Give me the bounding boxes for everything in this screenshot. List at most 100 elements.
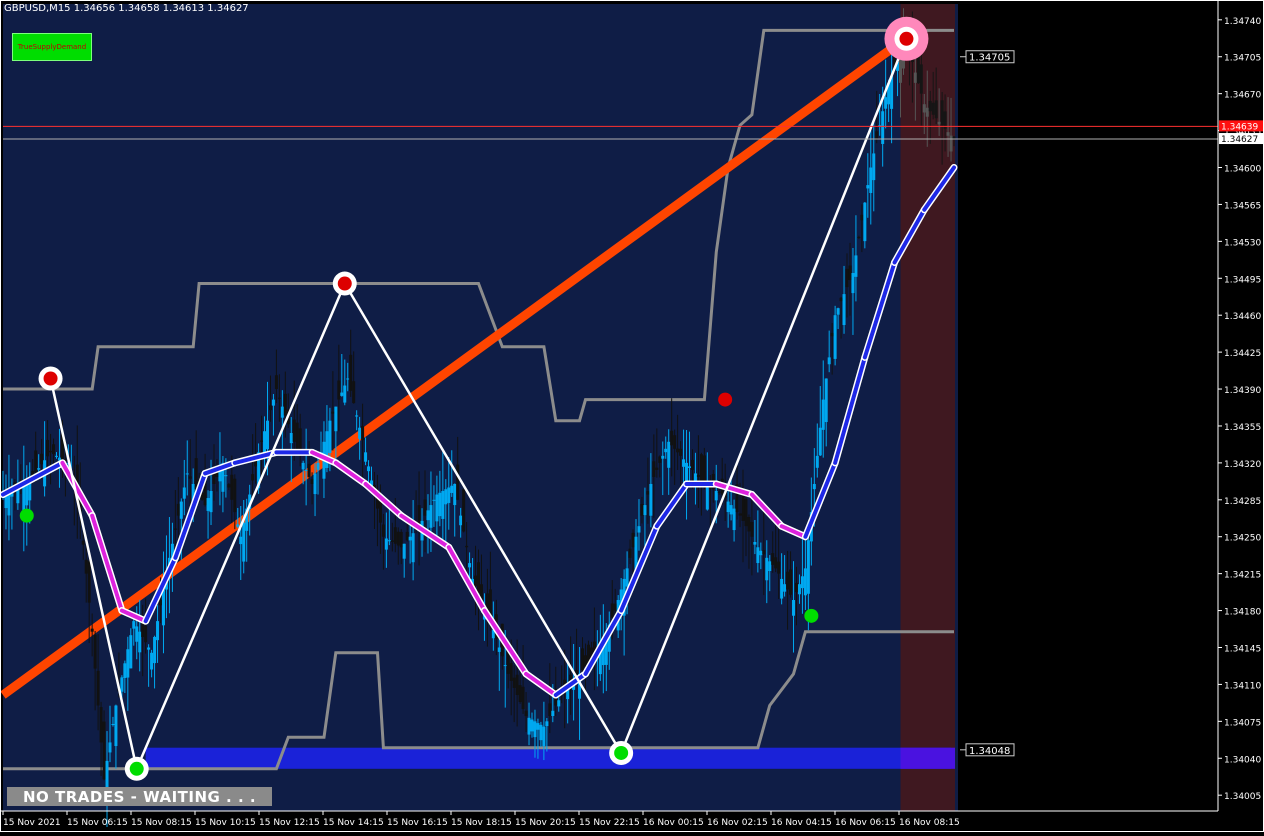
y-tick-label: 1.34110: [1224, 681, 1261, 691]
candle-body: [364, 452, 368, 462]
candle-body: [135, 626, 139, 642]
y-tick-label: 1.34075: [1224, 718, 1261, 728]
candle-body: [337, 380, 341, 400]
candle-body: [705, 485, 709, 510]
candle-body: [699, 454, 703, 481]
candle-body: [919, 64, 923, 94]
y-tick-label: 1.34040: [1224, 755, 1261, 765]
candle-body: [423, 499, 427, 516]
candle-body: [581, 648, 585, 671]
candle-body: [884, 97, 888, 109]
candle-body: [367, 466, 371, 472]
candle-body: [812, 483, 816, 490]
candle-body: [429, 505, 433, 528]
candle-body: [860, 214, 864, 221]
candle-body: [497, 647, 501, 652]
candle-body: [185, 473, 189, 475]
price-chart[interactable]: 1.34705 1.34048 1.34740 1.34705 1.34670 1.34…: [0, 0, 1264, 833]
candle-body: [777, 561, 781, 574]
candle-body: [236, 524, 240, 527]
candle-body: [346, 378, 350, 380]
candle-body: [340, 392, 344, 396]
ask-price-label: 1.34639: [1221, 122, 1258, 132]
candle-body: [768, 561, 772, 572]
candle-body: [539, 724, 543, 741]
candle-body: [643, 505, 647, 516]
right-shift-area: [958, 4, 1218, 811]
candle-body: [747, 517, 751, 532]
candle-body: [34, 450, 38, 473]
demand-zone-highlight: [900, 747, 955, 769]
candle-body: [833, 315, 837, 359]
candle-body: [447, 487, 451, 503]
candle-body: [188, 476, 192, 479]
x-tick-label: 16 Nov 06:15: [835, 818, 896, 828]
y-tick-label: 1.34215: [1224, 571, 1261, 581]
candle-body: [159, 599, 163, 606]
x-tick-label: 15 Nov 10:15: [195, 818, 256, 828]
candle-body: [156, 621, 160, 641]
candle-body: [176, 503, 180, 516]
buy-signal-dot: [804, 608, 819, 623]
x-tick-label: 15 Nov 12:15: [259, 818, 320, 828]
candle-body: [114, 705, 118, 747]
candle-body: [477, 562, 480, 593]
candle-body: [462, 489, 466, 532]
candle-body: [289, 432, 293, 444]
candle-body: [934, 100, 938, 119]
candle-body: [150, 652, 154, 670]
candle-body: [352, 381, 356, 404]
candle-body: [96, 670, 100, 706]
x-tick-label: 15 Nov 2021: [3, 818, 61, 828]
candle-body: [685, 462, 689, 481]
candle-body: [22, 485, 26, 511]
candle-body: [349, 354, 353, 391]
candle-body: [765, 557, 769, 581]
candle-body: [387, 540, 391, 542]
candle-body: [661, 455, 665, 459]
candle-body: [827, 357, 831, 365]
candle-body: [536, 723, 540, 730]
candle-body: [875, 131, 879, 140]
candle-body: [842, 294, 846, 326]
candle-body: [468, 563, 472, 568]
buy-signal-dot: [614, 745, 629, 760]
x-tick-label: 16 Nov 02:15: [707, 818, 768, 828]
level-low-label: 1.34048: [969, 746, 1010, 757]
candle-body: [863, 202, 867, 242]
candle-body: [676, 448, 680, 453]
chart-area[interactable]: 1.34705 1.34048 1.34740 1.34705 1.34670 1.34…: [0, 0, 1264, 833]
candle-body: [518, 685, 522, 702]
candle-body: [783, 584, 787, 592]
sell-signal-dot: [718, 392, 733, 407]
candle-body: [153, 636, 157, 664]
candle-body: [542, 726, 546, 747]
candle-body: [405, 531, 409, 541]
candle-body: [40, 453, 44, 465]
candle-body: [521, 686, 525, 710]
candle-body: [111, 723, 115, 725]
candle-body: [717, 491, 721, 493]
y-tick-label: 1.34005: [1224, 792, 1261, 802]
candle-body: [399, 531, 403, 548]
candle-body: [384, 538, 388, 550]
candle-body: [194, 458, 198, 490]
candle-body: [506, 651, 510, 674]
candle-body: [435, 494, 439, 522]
candle-body: [90, 628, 94, 632]
y-tick-label: 1.34495: [1224, 275, 1261, 285]
candle-body: [390, 540, 394, 542]
sell-signal-dot: [43, 371, 58, 386]
candle-body: [102, 721, 106, 780]
candle-body: [640, 503, 644, 516]
candle-body: [161, 589, 165, 626]
candle-body: [557, 700, 561, 707]
candle-body: [465, 545, 469, 548]
candle-body: [937, 121, 941, 125]
candle-body: [789, 569, 793, 595]
candle-body: [408, 536, 412, 541]
candle-body: [260, 440, 264, 442]
candle-body: [227, 484, 231, 488]
candle-body: [738, 513, 742, 516]
true-supply-demand-button[interactable]: TrueSupplyDemand: [12, 33, 92, 61]
